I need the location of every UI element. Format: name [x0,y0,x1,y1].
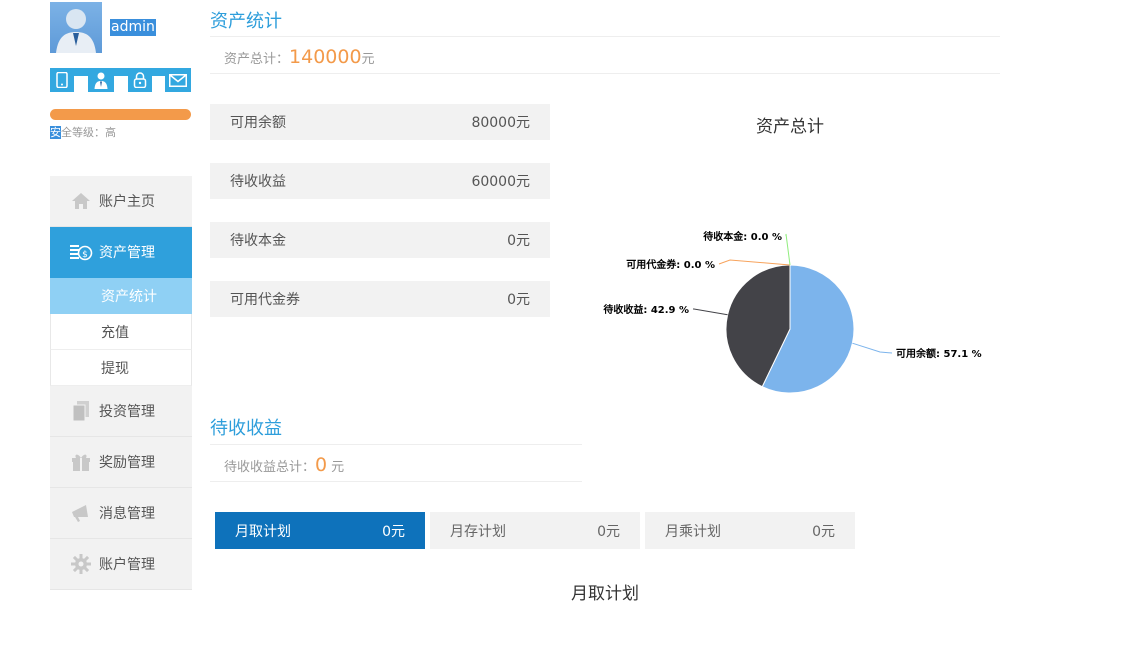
sidebar-item-label: 资产管理 [99,245,155,261]
gear-icon [69,552,93,576]
asset-total: 资产总计：140000元 [224,44,375,70]
megaphone-icon [69,501,93,525]
divider [210,36,1000,37]
pie-data-label: 可用余额: 57.1 % [896,347,982,360]
pending-total-label: 待收收益总计： [224,460,316,475]
sidebar-subitem-recharge[interactable]: 充值 [50,314,192,350]
asset-total-label: 资产总计： [224,52,290,67]
sidebar-subitem-asset-statistics[interactable]: 资产统计 [50,278,192,314]
sidebar-item-investment-management[interactable]: 投资管理 [50,386,192,437]
security-progress-bar [50,109,191,120]
phone-icon[interactable] [50,68,74,92]
pending-total-unit: 元 [331,460,345,475]
pie-chart-title: 资产总计 [756,117,824,137]
home-icon [69,189,93,213]
asset-section-title: 资产统计 [210,11,282,32]
tab-label: 月取计划 [235,523,291,540]
stat-row-pending-principal: 待收本金 0元 [210,222,550,258]
money-icon: $ [69,240,93,264]
pie-data-label: 待收本金: 0.0 % [703,230,782,243]
sidebar-item-account-home[interactable]: 账户主页 [50,176,192,227]
tab-monthly-multiply-plan[interactable]: 月乘计划 0元 [645,512,855,549]
svg-text:$: $ [82,250,88,260]
asset-total-value: 140000 [289,46,362,68]
stat-label: 可用余额 [230,115,286,131]
stat-value: 0元 [507,233,530,249]
security-level-value: 高 [105,126,116,139]
stat-row-available-voucher: 可用代金券 0元 [210,281,550,317]
avatar[interactable] [50,2,102,53]
tab-label: 月乘计划 [665,523,721,540]
divider [210,444,582,445]
divider [210,481,582,482]
sidebar-item-account-management[interactable]: 账户管理 [50,539,192,590]
pie-connector-line [785,233,791,266]
sidebar-item-label: 账户管理 [99,557,155,573]
sidebar-item-label: 奖励管理 [99,455,155,471]
sidebar-item-label: 消息管理 [99,506,155,522]
tab-label: 月存计划 [450,523,506,540]
pie-connector-line [718,259,791,266]
pending-total: 待收收益总计：0 元 [224,452,344,478]
tab-value: 0元 [382,523,405,540]
divider [210,73,1000,74]
plan-chart-title: 月取计划 [571,584,639,604]
asset-total-unit: 元 [361,52,375,67]
pie-data-label: 可用代金券: 0.0 % [626,258,715,271]
document-icon [69,399,93,423]
stat-value: 80000元 [471,115,530,131]
stat-row-pending-income: 待收收益 60000元 [210,163,550,199]
sidebar-item-reward-management[interactable]: 奖励管理 [50,437,192,488]
tab-value: 0元 [812,523,835,540]
asset-pie-chart: 可用余额: 57.1 % 待收收益: 42.9 % 可用代金券: 0.0 % 待收本金… [603,230,982,394]
security-label: 全等级： [61,126,105,139]
tab-monthly-deposit-plan[interactable]: 月存计划 0元 [430,512,640,549]
pending-total-value: 0 [315,454,328,476]
sidebar-item-label: 账户主页 [99,194,155,210]
pie-connector-line [852,342,893,354]
verification-icon-row [50,68,191,94]
username[interactable]: admin [110,19,156,36]
stat-label: 可用代金券 [230,292,300,308]
identity-icon[interactable] [88,68,114,92]
stat-label: 待收本金 [230,233,286,249]
security-level: 安全等级：高 [50,126,116,140]
sidebar-menu: 账户主页 $ 资产管理 资产统计 充值 提现 投资管理 奖励管理 消息管理 账户… [50,176,192,590]
pending-section-title: 待收收益 [210,418,282,439]
stat-label: 待收收益 [230,174,286,190]
sidebar-item-message-management[interactable]: 消息管理 [50,488,192,539]
pie-data-label: 待收收益: 42.9 % [603,303,689,316]
sidebar-subitem-withdraw[interactable]: 提现 [50,350,192,386]
lock-icon[interactable] [128,68,152,92]
pie-connector-line [693,308,728,316]
security-label-first: 安 [50,126,61,139]
stat-value: 60000元 [471,174,530,190]
tab-value: 0元 [597,523,620,540]
sidebar-item-asset-management[interactable]: $ 资产管理 [50,227,192,278]
tab-monthly-withdraw-plan[interactable]: 月取计划 0元 [215,512,425,549]
sidebar-item-label: 投资管理 [99,404,155,420]
gift-icon [69,450,93,474]
mail-icon[interactable] [165,68,191,92]
user-avatar-icon [56,9,96,53]
stat-row-available-balance: 可用余额 80000元 [210,104,550,140]
stat-value: 0元 [507,292,530,308]
